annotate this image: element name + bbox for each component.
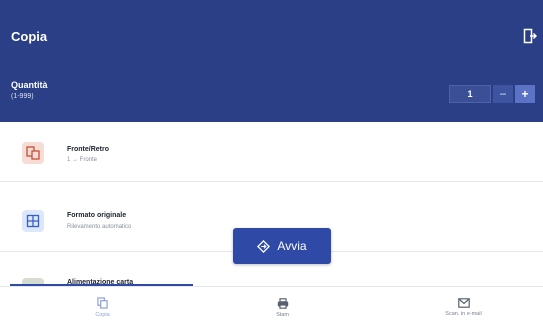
option-duplex[interactable]: Fronte/Retro 1 → Fronte xyxy=(0,122,543,182)
option-subtitle: 1 → Fronte xyxy=(67,157,98,163)
start-button-label: Avvia xyxy=(277,239,307,253)
duplex-icon xyxy=(22,142,44,164)
quantity-label: Quantità xyxy=(11,80,48,90)
option-paper-feed[interactable]: Alimentazione carta xyxy=(0,262,543,286)
bottom-navigation: Copia Stam Scan. in e-mail xyxy=(0,286,543,327)
nav-label: Copia xyxy=(95,312,110,318)
nav-tab-scan-email[interactable]: Scan. in e-mail xyxy=(373,287,543,328)
print-icon xyxy=(277,297,288,309)
option-subtitle: Rilevamento automatico xyxy=(67,224,132,230)
option-title: Fronte/Retro xyxy=(67,146,109,153)
quantity-decrement-button[interactable]: − xyxy=(493,85,513,103)
mail-icon xyxy=(457,298,470,308)
quantity-input[interactable]: 1 xyxy=(449,85,491,103)
quantity-range: (1-999) xyxy=(11,93,34,100)
nav-label: Stam xyxy=(276,311,289,318)
copy-icon xyxy=(97,297,108,309)
start-icon xyxy=(257,239,271,253)
nav-tab-copy[interactable]: Copia xyxy=(12,287,193,328)
quantity-stepper: 1 − + xyxy=(449,85,535,103)
quantity-increment-button[interactable]: + xyxy=(515,85,535,103)
nav-label: Scan. in e-mail xyxy=(445,311,482,317)
original-size-icon xyxy=(22,210,44,232)
option-title: Formato originale xyxy=(67,212,127,219)
app-header: Copia Quantità (1-999) 1 − + xyxy=(0,0,543,122)
page-title: Copia xyxy=(11,29,48,44)
start-button[interactable]: Avvia xyxy=(233,228,331,264)
nav-tab-print[interactable]: Stam xyxy=(192,287,373,328)
logout-icon[interactable] xyxy=(523,28,537,44)
